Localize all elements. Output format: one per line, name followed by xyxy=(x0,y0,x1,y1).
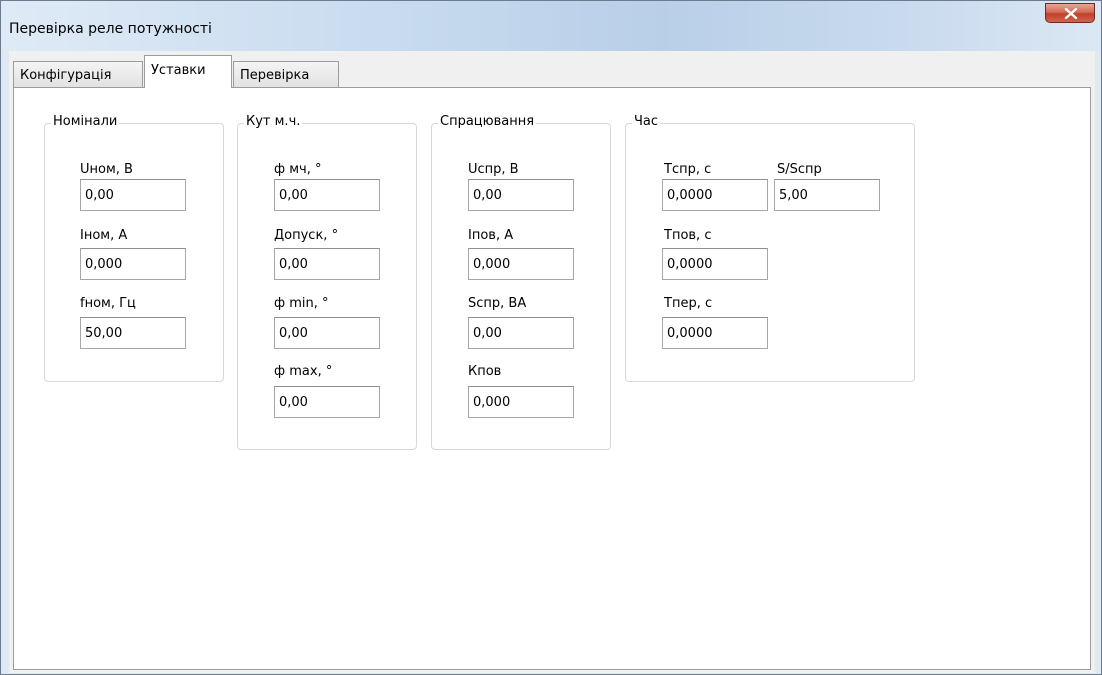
s-ratio-input[interactable] xyxy=(774,179,880,211)
tab-configuration[interactable]: Конфігурація xyxy=(13,61,143,87)
t-spr-input[interactable] xyxy=(662,179,768,211)
k-pov-label: Кпов xyxy=(468,364,502,379)
phi-min-input[interactable] xyxy=(274,317,380,349)
client-area: Конфігурація Уставки Перевірка Номінали … xyxy=(9,51,1095,673)
u-spr-label: Uспр, В xyxy=(468,162,519,177)
tab-settings[interactable]: Уставки xyxy=(144,55,232,88)
group-angle-title: Кут м.ч. xyxy=(244,114,303,129)
group-nominals-title: Номінали xyxy=(51,114,120,129)
group-time: Час Тспр, с S/Sспр Тпов, с Тпер, с xyxy=(625,114,915,382)
f-nom-label: fном, Гц xyxy=(80,296,136,311)
phi-mch-label: ф мч, ° xyxy=(274,162,322,177)
u-nom-label: Uном, В xyxy=(80,162,133,177)
group-nominals: Номінали Uном, В Iном, А fном, Гц xyxy=(44,114,224,382)
t-spr-label: Тспр, с xyxy=(664,162,712,177)
group-operation-title: Спрацювання xyxy=(438,114,537,129)
t-pov-input[interactable] xyxy=(662,248,768,280)
tolerance-label: Допуск, ° xyxy=(274,228,339,243)
i-pov-label: Iпов, А xyxy=(468,228,514,243)
close-icon xyxy=(1064,8,1078,19)
phi-min-label: ф min, ° xyxy=(274,296,329,311)
s-spr-label: Sспр, ВА xyxy=(468,296,527,311)
u-nom-input[interactable] xyxy=(80,179,186,211)
close-button[interactable] xyxy=(1045,3,1095,23)
t-per-label: Тпер, с xyxy=(664,296,713,311)
i-pov-input[interactable] xyxy=(468,248,574,280)
title-bar[interactable]: Перевірка реле потужності xyxy=(1,1,1101,51)
f-nom-input[interactable] xyxy=(80,317,186,349)
t-per-input[interactable] xyxy=(662,317,768,349)
phi-max-input[interactable] xyxy=(274,386,380,418)
u-spr-input[interactable] xyxy=(468,179,574,211)
s-spr-input[interactable] xyxy=(468,317,574,349)
i-nom-input[interactable] xyxy=(80,248,186,280)
i-nom-label: Iном, А xyxy=(80,228,128,243)
tolerance-input[interactable] xyxy=(274,248,380,280)
tab-check[interactable]: Перевірка xyxy=(233,61,339,87)
window-title: Перевірка реле потужності xyxy=(9,21,212,37)
t-pov-label: Тпов, с xyxy=(664,228,712,243)
group-time-title: Час xyxy=(632,114,661,129)
group-operation: Спрацювання Uспр, В Iпов, А Sспр, ВА Кпо… xyxy=(431,114,611,450)
group-angle: Кут м.ч. ф мч, ° Допуск, ° ф min, ° ф ma… xyxy=(237,114,417,450)
phi-mch-input[interactable] xyxy=(274,179,380,211)
settings-panel: Номінали Uном, В Iном, А fном, Гц Кут м.… xyxy=(13,87,1091,670)
s-ratio-label: S/Sспр xyxy=(777,162,822,177)
phi-max-label: ф max, ° xyxy=(274,364,333,379)
k-pov-input[interactable] xyxy=(468,386,574,418)
window: Перевірка реле потужності Конфігурація У… xyxy=(0,0,1102,675)
